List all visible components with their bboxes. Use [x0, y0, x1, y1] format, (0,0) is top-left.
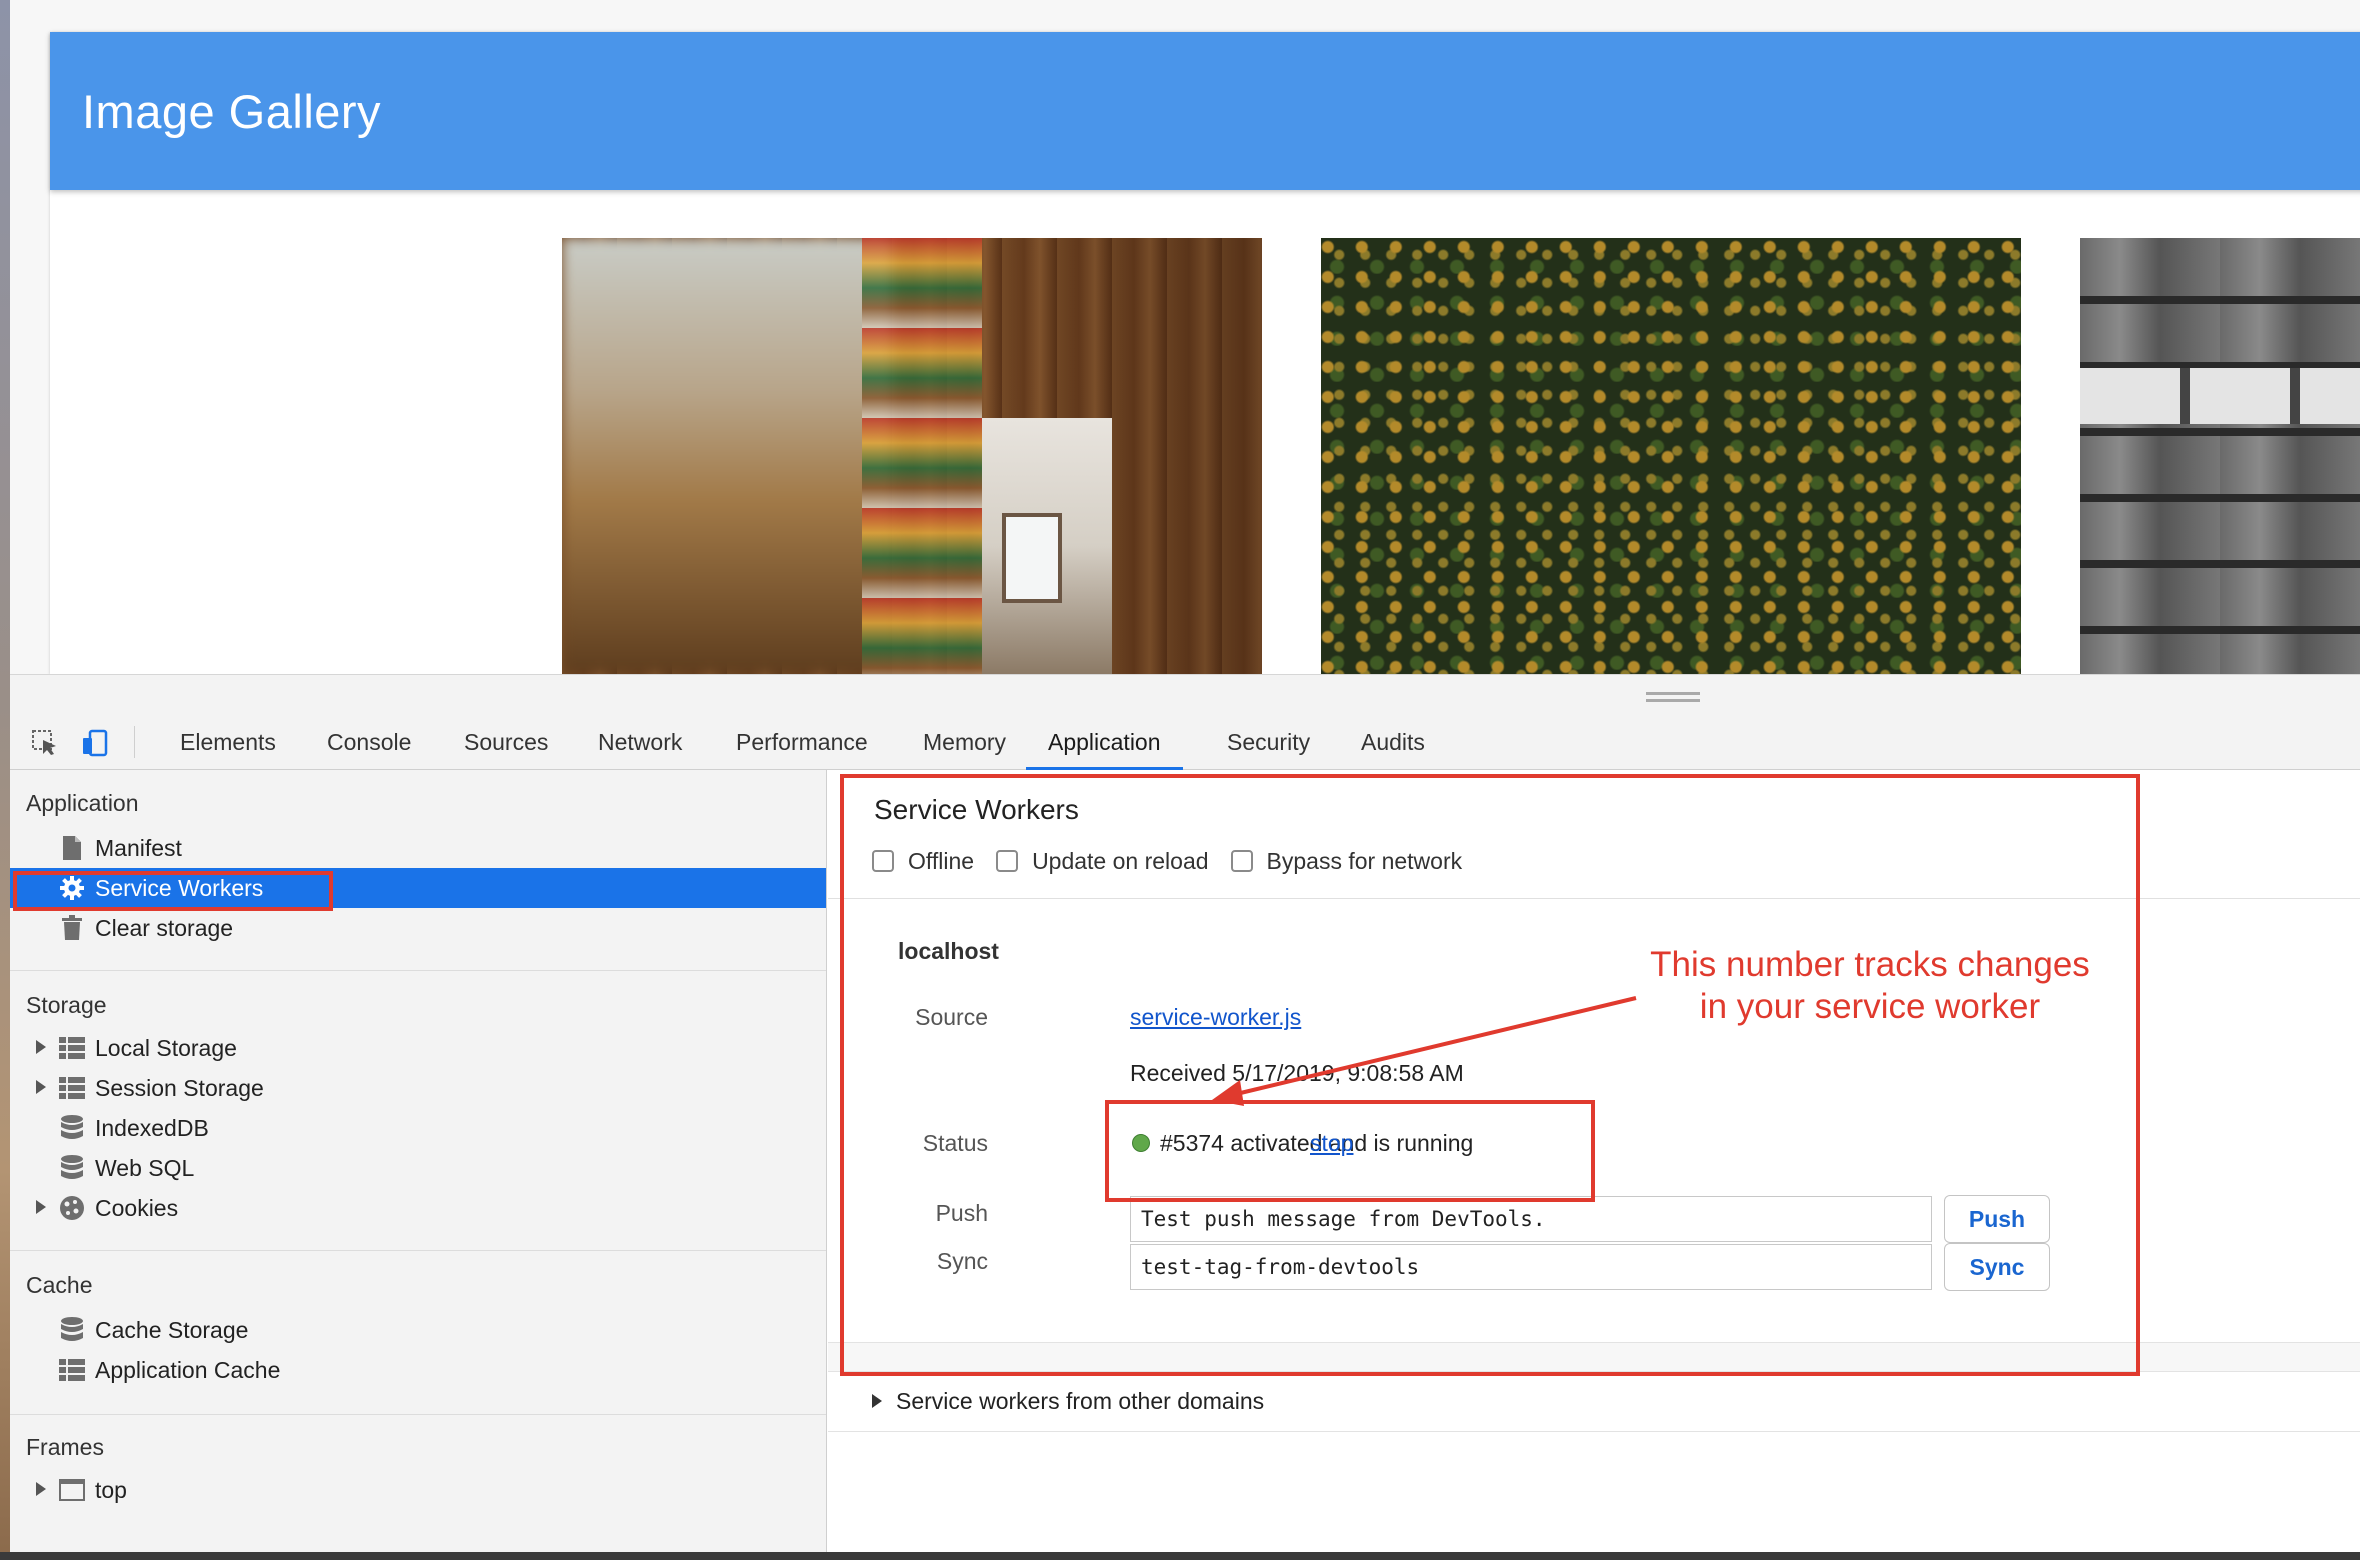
sidebar-item-label: Cookies: [95, 1195, 179, 1221]
sidebar-item-manifest[interactable]: Manifest: [10, 828, 826, 868]
window: [1002, 513, 1062, 603]
window-bottom-edge: [0, 1552, 2360, 1560]
sidebar-item-label: Clear storage: [95, 915, 234, 941]
expand-arrow-icon[interactable]: [36, 1482, 46, 1496]
sidebar-item-label: Local Storage: [95, 1035, 237, 1061]
tab-memory[interactable]: Memory: [901, 714, 1028, 770]
frame-icon: [58, 1476, 86, 1504]
other-domains-row[interactable]: Service workers from other domains: [828, 1372, 2360, 1432]
tab-sources[interactable]: Sources: [442, 714, 570, 770]
grid-icon: [58, 1034, 86, 1062]
tab-network[interactable]: Network: [576, 714, 704, 770]
annotation-line-2: in your service worker: [1699, 987, 2041, 1026]
gallery-card: Image Gallery: [50, 32, 2360, 674]
section-title-storage: Storage: [26, 992, 107, 1018]
sidebar-item-label: top: [95, 1477, 127, 1503]
tab-audits[interactable]: Audits: [1339, 714, 1447, 770]
sidebar-item-cache-storage[interactable]: Cache Storage: [10, 1310, 826, 1350]
sidebar-item-clear-storage[interactable]: Clear storage: [10, 908, 826, 948]
trash-icon: [58, 914, 86, 942]
highlight-status-row: [1105, 1100, 1595, 1202]
expand-arrow-icon[interactable]: [36, 1040, 46, 1054]
forest-aerial-photo[interactable]: [1321, 238, 2021, 674]
inspect-element-icon[interactable]: [28, 726, 62, 760]
other-domains-label: Service workers from other domains: [896, 1388, 1265, 1414]
sidebar-item-label: Web SQL: [95, 1155, 195, 1181]
database-icon: [58, 1154, 86, 1182]
section-title-frames: Frames: [26, 1434, 104, 1460]
tab-security[interactable]: Security: [1205, 714, 1332, 770]
toolbar-separator: [134, 726, 135, 758]
tab-performance[interactable]: Performance: [714, 714, 890, 770]
brick-wall-photo[interactable]: [2080, 238, 2360, 674]
sidebar-item-local-storage[interactable]: Local Storage: [10, 1028, 826, 1068]
expand-arrow-icon[interactable]: [36, 1080, 46, 1094]
sidebar-item-cookies[interactable]: Cookies: [10, 1188, 826, 1228]
sidebar-item-label: Session Storage: [95, 1075, 264, 1101]
expand-arrow-icon[interactable]: [36, 1200, 46, 1214]
sidebar-item-label: Cache Storage: [95, 1317, 249, 1343]
app-header: Image Gallery: [50, 32, 2360, 190]
sidebar-item-label: Manifest: [95, 835, 182, 861]
sidebar-item-application-cache[interactable]: Application Cache: [10, 1350, 826, 1390]
sidebar-divider: [10, 970, 826, 971]
sidebar-divider: [10, 1250, 826, 1251]
sidebar-item-indexeddb[interactable]: IndexedDB: [10, 1108, 826, 1148]
devtools-tabbar: Elements Console Sources Network Perform…: [10, 714, 2360, 770]
section-title-application: Application: [26, 790, 139, 816]
highlight-service-workers-item: [13, 871, 333, 911]
drag-grip-icon[interactable]: [1646, 692, 1700, 702]
book-spines: [862, 238, 982, 674]
blurred-shelf: [562, 238, 892, 674]
light-brick-row: [2080, 368, 2360, 424]
database-icon: [58, 1114, 86, 1142]
cookie-icon: [58, 1194, 86, 1222]
page-viewport: Image Gallery: [10, 0, 2360, 674]
section-title-cache: Cache: [26, 1272, 93, 1298]
database-icon: [58, 1316, 86, 1344]
device-toolbar-icon[interactable]: [78, 726, 112, 760]
file-icon: [58, 834, 86, 862]
devtools-resize-handle[interactable]: [10, 674, 2360, 714]
grid-icon: [58, 1356, 86, 1384]
tab-elements[interactable]: Elements: [158, 714, 298, 770]
sidebar-item-label: IndexedDB: [95, 1115, 209, 1141]
sidebar-divider: [10, 1414, 826, 1415]
grid-icon: [58, 1074, 86, 1102]
sidebar-item-frame-top[interactable]: top: [10, 1470, 826, 1510]
expand-arrow-icon[interactable]: [872, 1394, 882, 1408]
tab-console[interactable]: Console: [305, 714, 433, 770]
highlight-service-workers-panel: [840, 774, 2140, 1376]
annotation-line-1: This number tracks changes: [1650, 945, 2090, 984]
tab-application[interactable]: Application: [1026, 714, 1183, 770]
sidebar-item-web-sql[interactable]: Web SQL: [10, 1148, 826, 1188]
page-title: Image Gallery: [82, 85, 382, 138]
sidebar-item-session-storage[interactable]: Session Storage: [10, 1068, 826, 1108]
bookshelf-photo[interactable]: [562, 238, 1262, 674]
sidebar-item-label: Application Cache: [95, 1357, 281, 1383]
annotation-callout: This number tracks changes in your servi…: [1630, 944, 2110, 1028]
